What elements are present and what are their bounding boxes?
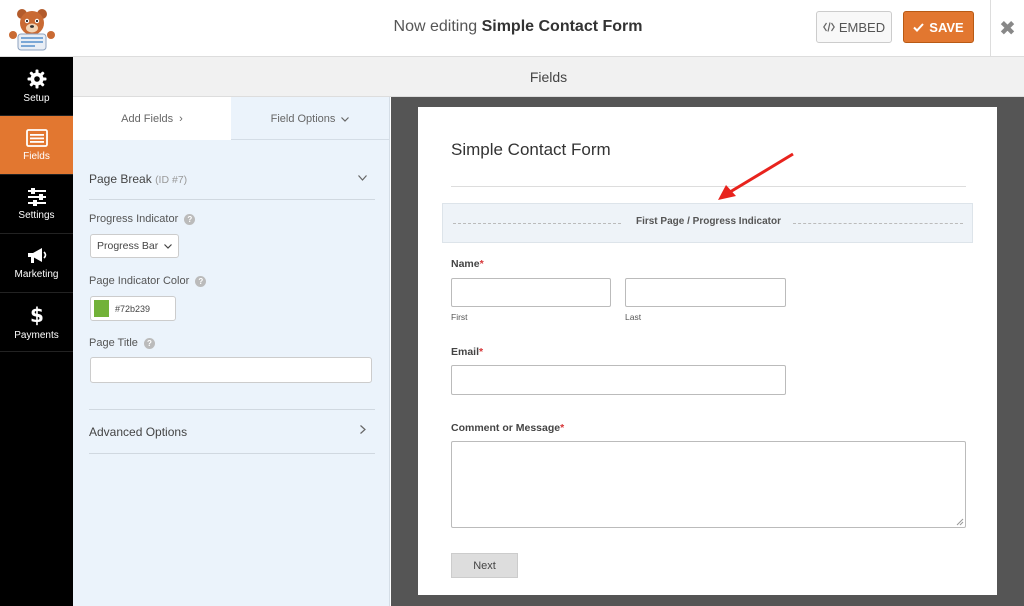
- tab-add-fields[interactable]: Add Fields ›: [73, 97, 231, 140]
- close-icon[interactable]: ✖: [990, 0, 1024, 57]
- sidebar-item-payments[interactable]: $ Payments: [0, 293, 73, 352]
- page-break-label: First Page / Progress Indicator: [443, 216, 974, 227]
- builder-sidebar: Setup Fields Settings Marketing $ Paymen…: [0, 57, 73, 606]
- indicator-color-label: Page Indicator Color ?: [89, 275, 207, 287]
- progress-indicator-select[interactable]: Progress Bar: [90, 234, 179, 258]
- label-text: Progress Indicator: [89, 213, 179, 225]
- sidebar-item-label: Setup: [23, 92, 50, 104]
- chevron-right-icon: ›: [179, 112, 183, 125]
- close-symbol: ✖: [999, 18, 1016, 40]
- comment-field-label: Comment or Message*: [451, 422, 564, 434]
- dollar-icon: $: [30, 304, 44, 326]
- form-preview-title: Simple Contact Form: [451, 140, 611, 159]
- sidebar-item-label: Fields: [23, 150, 50, 162]
- next-button[interactable]: Next: [451, 553, 518, 578]
- megaphone-icon: [27, 247, 46, 263]
- sidebar-item-marketing[interactable]: Marketing: [0, 234, 73, 293]
- svg-text:$: $: [30, 304, 44, 326]
- sidebar-item-label: Settings: [18, 209, 55, 221]
- editing-prefix: Now editing: [393, 18, 478, 35]
- page-title-input[interactable]: [90, 357, 372, 383]
- sidebar-item-label: Marketing: [14, 268, 59, 280]
- first-name-input[interactable]: [451, 278, 611, 307]
- code-icon: [822, 20, 835, 35]
- annotation-arrow: [718, 152, 794, 200]
- indicator-color-field[interactable]: #72b239: [90, 296, 176, 321]
- panel-tabs: Add Fields › Field Options: [73, 97, 389, 140]
- form-name: Simple Contact Form: [481, 18, 643, 35]
- field-id-label: (ID #7): [155, 174, 188, 186]
- label-text: Name: [451, 258, 480, 270]
- email-input[interactable]: [451, 365, 786, 395]
- tab-label: Add Fields: [121, 112, 174, 125]
- label-text: Comment or Message: [451, 422, 561, 434]
- field-type-label: Page Break: [89, 172, 152, 186]
- required-mark: *: [479, 346, 484, 358]
- last-sublabel: Last: [625, 312, 642, 322]
- sidebar-item-fields[interactable]: Fields: [0, 116, 73, 175]
- help-icon[interactable]: ?: [195, 275, 207, 287]
- required-mark: *: [560, 422, 565, 434]
- email-field-label: Email*: [451, 346, 483, 358]
- field-options-panel: Add Fields › Field Options Page Break (I…: [73, 97, 390, 606]
- sidebar-item-label: Payments: [14, 329, 59, 341]
- last-name-input[interactable]: [625, 278, 786, 307]
- sidebar-item-setup[interactable]: Setup: [0, 57, 73, 116]
- embed-label: EMBED: [838, 19, 886, 35]
- embed-button[interactable]: EMBED: [816, 11, 892, 43]
- comment-textarea[interactable]: [451, 441, 966, 528]
- advanced-options-toggle[interactable]: Advanced Options: [89, 425, 187, 439]
- save-button[interactable]: SAVE: [903, 11, 974, 43]
- required-mark: *: [479, 258, 484, 270]
- chevron-right-icon[interactable]: [360, 423, 366, 437]
- color-value: #72b239: [115, 303, 151, 314]
- chevron-down-icon[interactable]: [358, 170, 367, 184]
- color-swatch[interactable]: [94, 300, 109, 317]
- gear-icon: [27, 69, 46, 88]
- sidebar-item-settings[interactable]: Settings: [0, 175, 73, 234]
- chevron-down-icon: [164, 243, 173, 249]
- help-icon[interactable]: ?: [184, 213, 196, 225]
- first-sublabel: First: [451, 312, 468, 322]
- progress-indicator-label: Progress Indicator ?: [89, 213, 196, 225]
- section-header: Fields: [73, 57, 1024, 97]
- name-field-label: Name*: [451, 258, 484, 270]
- chevron-down-icon: [341, 113, 350, 125]
- page-title-label: Page Title ?: [89, 337, 155, 349]
- tab-label: Field Options: [270, 112, 336, 125]
- tab-field-options[interactable]: Field Options: [231, 97, 389, 140]
- help-icon[interactable]: ?: [143, 337, 155, 349]
- label-text: Email: [451, 346, 480, 358]
- label-text: Page Indicator Color: [89, 275, 190, 287]
- save-label: SAVE: [929, 19, 964, 35]
- label-text: Page Title: [89, 337, 138, 349]
- divider: [89, 409, 375, 410]
- select-value: Progress Bar: [97, 240, 159, 252]
- page-break-text: First Page / Progress Indicator: [629, 216, 788, 227]
- divider: [89, 453, 375, 454]
- field-section-title[interactable]: Page Break (ID #7): [89, 172, 187, 186]
- fields-icon: [25, 128, 48, 147]
- top-bar: Now editing Simple Contact Form EMBED SA…: [0, 0, 1024, 57]
- divider: [89, 199, 375, 200]
- resize-handle-icon[interactable]: [956, 518, 964, 526]
- sliders-icon: [27, 187, 46, 206]
- check-icon: [913, 20, 925, 35]
